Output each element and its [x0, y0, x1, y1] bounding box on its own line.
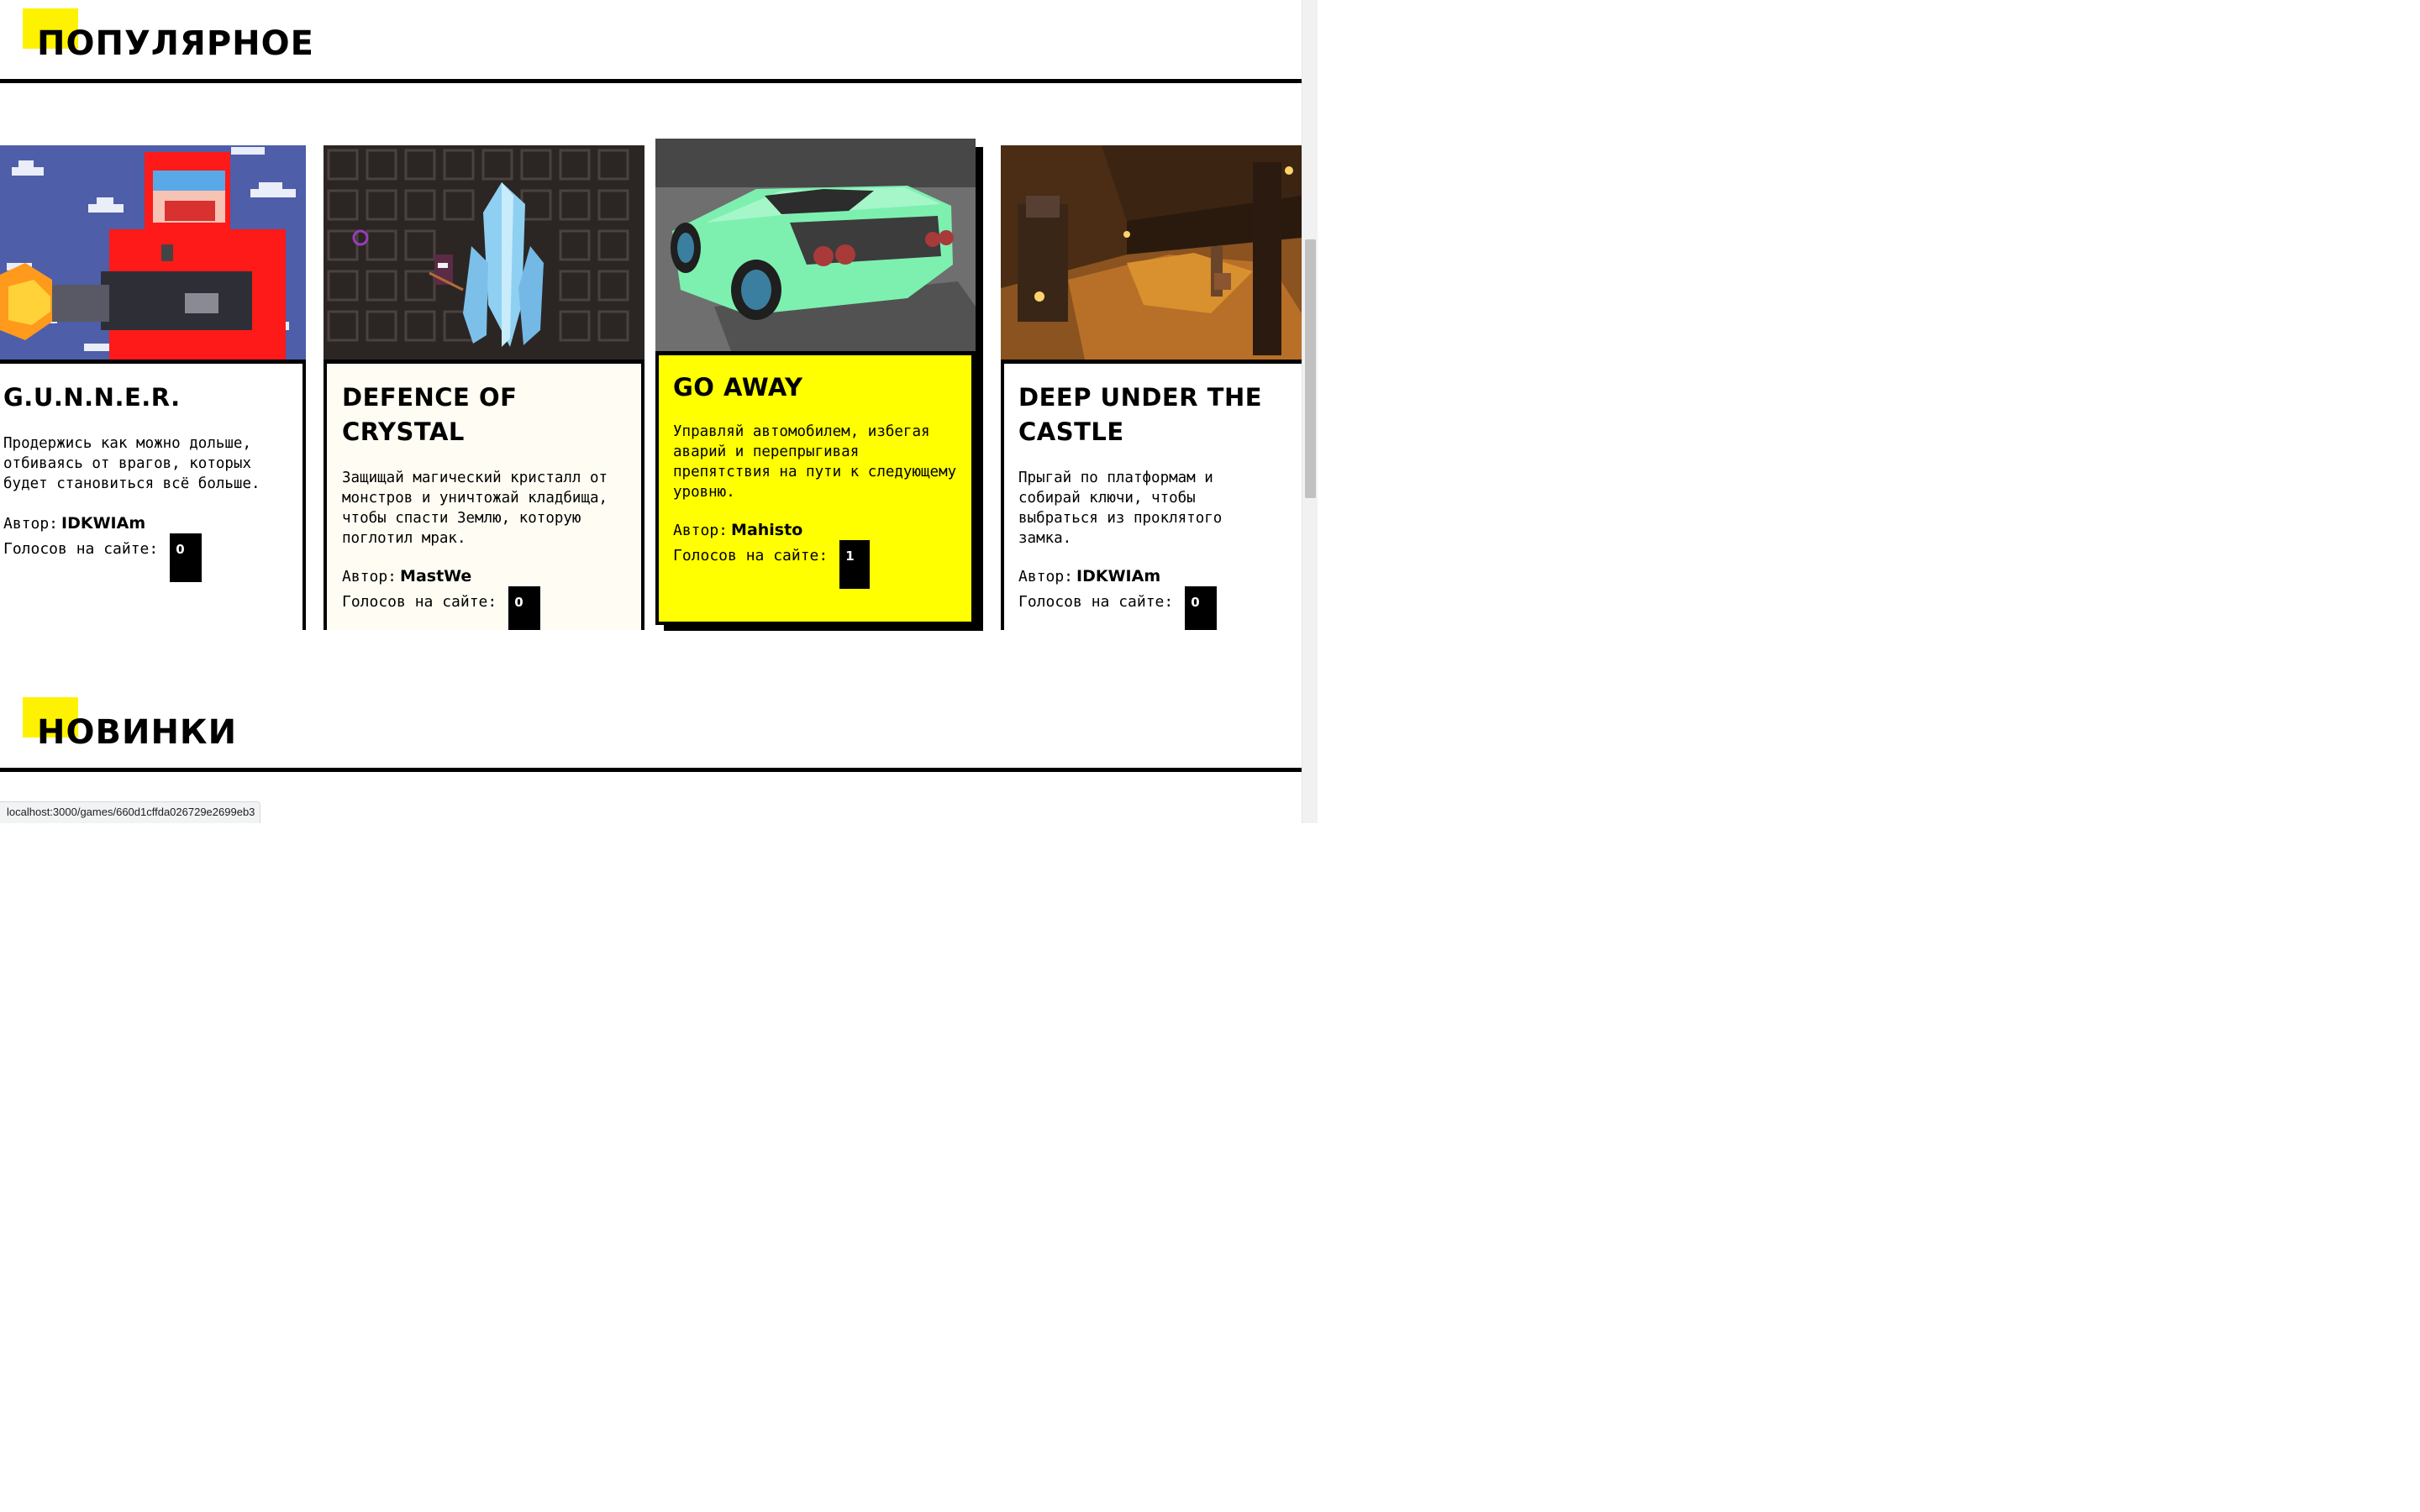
game-title[interactable]: GO AWAY [673, 370, 971, 405]
author-name: IDKWIAm [1076, 567, 1161, 585]
dungeon-room-render [1001, 145, 1302, 360]
game-title[interactable]: DEEP UNDER THE CASTLE [1018, 381, 1302, 449]
votes-row: Голосов на сайте: 0 [3, 533, 302, 582]
new-heading: НОВИНКИ [37, 713, 238, 752]
votes-count-badge: 0 [1185, 586, 1218, 630]
author-label: Автор: [342, 568, 397, 585]
scrollbar-thumb[interactable] [1305, 239, 1316, 498]
author-name: MastWe [400, 567, 472, 585]
game-card-body: G.U.N.N.E.R. Продержись как можно дольше… [0, 360, 306, 630]
popular-section-header: ПОПУЛЯРНОЕ [0, 0, 1302, 84]
votes-row: Голосов на сайте: 0 [342, 586, 641, 630]
author-label: Автор: [1018, 568, 1074, 585]
gunner-pixel-art [0, 145, 306, 360]
game-title[interactable]: G.U.N.N.E.R. [3, 381, 302, 415]
author-row: Автор: MastWe [342, 565, 641, 588]
game-description: Защищай магический кристалл от монстров … [342, 470, 608, 547]
game-card-body: GO AWAY Управляй автомобилем, избегая ав… [655, 351, 975, 625]
game-thumbnail-gunner[interactable] [0, 145, 306, 360]
game-description: Управляй автомобилем, избегая аварий и п… [673, 423, 957, 501]
game-card-defence-of-crystal[interactable]: DEFENCE OF CRYSTAL Защищай магический кр… [324, 145, 644, 630]
browser-status-url: localhost:3000/games/660d1cffda026729e26… [0, 801, 261, 823]
game-card-deep-under-the-castle[interactable]: DEEP UNDER THE CASTLE Прыгай по платформ… [1001, 145, 1302, 630]
author-label: Автор: [673, 522, 729, 539]
votes-count-badge: 1 [839, 540, 871, 589]
game-card-body: DEFENCE OF CRYSTAL Защищай магический кр… [324, 360, 644, 630]
votes-label: Голосов на сайте: [342, 593, 497, 611]
new-section-header: НОВИНКИ [0, 689, 1302, 773]
game-description: Продержись как можно дольше, отбиваясь о… [3, 435, 260, 492]
author-row: Автор: IDKWIAm [1018, 565, 1302, 588]
votes-row: Голосов на сайте: 1 [673, 540, 971, 589]
votes-row: Голосов на сайте: 0 [1018, 586, 1302, 630]
heading-divider [0, 79, 1302, 83]
votes-count-badge: 0 [508, 586, 541, 630]
votes-label: Голосов на сайте: [673, 547, 829, 564]
author-name: IDKWIAm [61, 514, 146, 533]
votes-count-badge: 0 [170, 533, 203, 582]
game-card-gunner[interactable]: G.U.N.N.E.R. Продержись как можно дольше… [0, 145, 306, 630]
author-row: Автор: Mahisto [673, 519, 971, 542]
author-name: Mahisto [731, 521, 803, 539]
author-row: Автор: IDKWIAm [3, 512, 302, 535]
game-card-body: DEEP UNDER THE CASTLE Прыгай по платформ… [1001, 360, 1302, 630]
author-label: Автор: [3, 515, 59, 533]
game-title[interactable]: DEFENCE OF CRYSTAL [342, 381, 594, 449]
green-sports-car-render [655, 139, 976, 351]
game-description: Прыгай по платформам и собирай ключи, чт… [1018, 470, 1223, 547]
crystal-pixel-art [324, 145, 644, 360]
game-thumbnail-go-away[interactable] [655, 139, 976, 351]
page-scrollbar[interactable] [1302, 0, 1318, 823]
votes-label: Голосов на сайте: [1018, 593, 1174, 611]
game-thumbnail-deep-under-the-castle[interactable] [1001, 145, 1302, 360]
game-card-go-away[interactable]: GO AWAY Управляй автомобилем, избегая ав… [655, 139, 983, 631]
popular-heading: ПОПУЛЯРНОЕ [37, 24, 314, 63]
heading-divider [0, 768, 1302, 772]
votes-label: Голосов на сайте: [3, 540, 159, 558]
game-thumbnail-defence-of-crystal[interactable] [324, 145, 644, 360]
